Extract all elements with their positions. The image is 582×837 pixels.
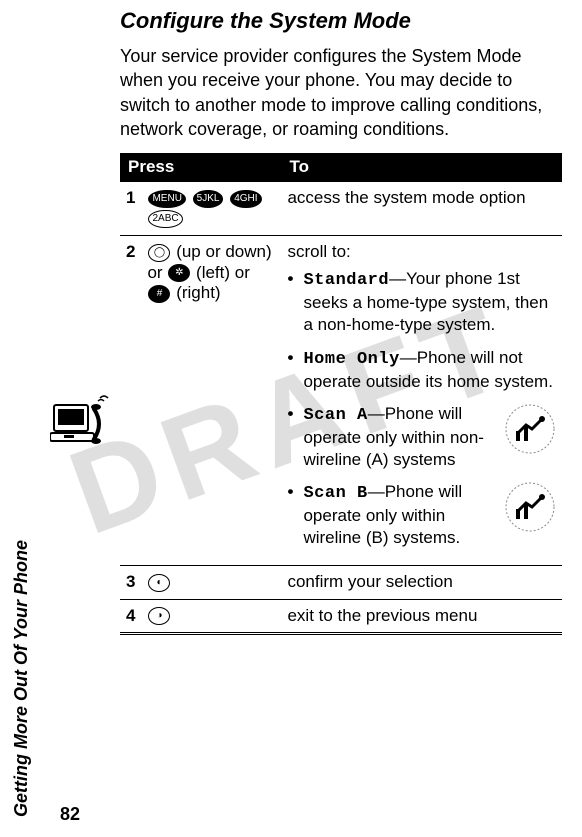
to-cell: confirm your selection — [281, 566, 562, 600]
key-star-icon: ✲ — [168, 264, 190, 282]
table-row: 3 ◐ confirm your selection — [120, 566, 562, 600]
page-content: Configure the System Mode Your service p… — [120, 8, 562, 635]
scroll-to-label: scroll to: — [287, 242, 556, 262]
network-feature-badge-icon — [504, 403, 556, 455]
press-text: (right) — [171, 283, 220, 302]
press-cell: MENU 5JKL 4GHI 2ABC — [141, 182, 281, 236]
option-standard: Standard—Your phone 1st seeks a home-typ… — [287, 268, 556, 336]
table-row: 4 ◑ exit to the previous menu — [120, 599, 562, 634]
key-hash-icon: # — [148, 285, 170, 303]
to-cell: exit to the previous menu — [281, 599, 562, 634]
key-4-icon: 4GHI — [230, 190, 261, 208]
option-name: Scan B — [303, 484, 367, 503]
option-scan-a: Scan A—Phone will operate only within no… — [287, 403, 556, 471]
press-cell: ◯ (up or down) or ✲ (left) or # (right) — [141, 236, 281, 566]
step-number: 2 — [120, 236, 141, 566]
option-name: Scan A — [303, 406, 367, 425]
page-number: 82 — [60, 804, 80, 825]
col-header-to: To — [281, 153, 562, 182]
option-name: Home Only — [303, 350, 399, 369]
col-header-press: Press — [120, 153, 281, 182]
to-cell: scroll to: Standard—Your phone 1st seeks… — [281, 236, 562, 566]
press-cell: ◑ — [141, 599, 281, 634]
key-menu-icon: MENU — [148, 190, 185, 208]
table-row: 1 MENU 5JKL 4GHI 2ABC access the system … — [120, 182, 562, 236]
step-number: 1 — [120, 182, 141, 236]
key-select-icon: ◐ — [148, 574, 170, 592]
table-row: 2 ◯ (up or down) or ✲ (left) or # (right… — [120, 236, 562, 566]
sidebar-section-label: Getting More Out Of Your Phone — [11, 540, 32, 817]
press-text: (left) or — [191, 263, 250, 282]
key-5-icon: 5JKL — [193, 190, 224, 208]
page-title: Configure the System Mode — [120, 8, 562, 34]
key-2-icon: 2ABC — [148, 210, 182, 228]
intro-paragraph: Your service provider configures the Sys… — [120, 44, 562, 141]
to-cell: access the system mode option — [281, 182, 562, 236]
option-home-only: Home Only—Phone will not operate outside… — [287, 347, 556, 393]
option-name: Standard — [303, 271, 389, 290]
key-back-icon: ◑ — [148, 607, 170, 625]
steps-table: Press To 1 MENU 5JKL 4GHI 2ABC access th… — [120, 153, 562, 635]
nav-ring-icon: ◯ — [148, 244, 170, 262]
step-number: 3 — [120, 566, 141, 600]
option-scan-b: Scan B—Phone will operate only within wi… — [287, 481, 556, 549]
press-cell: ◐ — [141, 566, 281, 600]
step-number: 4 — [120, 599, 141, 634]
network-feature-badge-icon — [504, 481, 556, 533]
computer-phone-icon — [50, 395, 110, 455]
options-list: Standard—Your phone 1st seeks a home-typ… — [287, 268, 556, 549]
